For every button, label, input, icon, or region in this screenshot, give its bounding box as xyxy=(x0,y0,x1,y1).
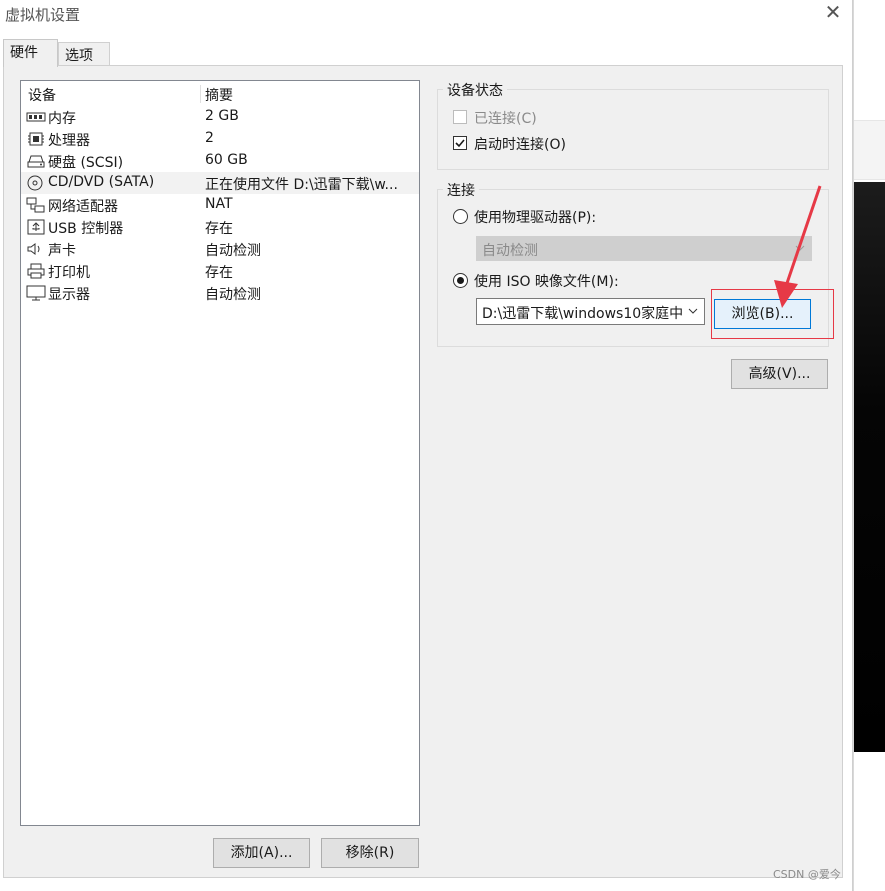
connected-checkbox[interactable] xyxy=(453,110,467,124)
device-name: 声卡 xyxy=(48,243,76,259)
device-summary: 2 GB xyxy=(205,108,239,124)
device-summary: 存在 xyxy=(205,265,233,281)
device-list[interactable]: 设备 摘要 内存 2 GB 处理器 2 硬盘 (SCSI) 60 GB CD/D… xyxy=(20,80,420,826)
device-row-processor[interactable]: 处理器 2 xyxy=(21,128,419,150)
device-row-memory[interactable]: 内存 2 GB xyxy=(21,106,419,128)
hardware-panel: 设备 摘要 内存 2 GB 处理器 2 硬盘 (SCSI) 60 GB CD/D… xyxy=(3,65,843,878)
column-device[interactable]: 设备 xyxy=(28,85,56,105)
background-strip xyxy=(854,120,885,180)
window-title: 虚拟机设置 xyxy=(5,6,81,24)
display-icon xyxy=(26,285,46,301)
printer-icon xyxy=(27,263,45,279)
device-list-header: 设备 摘要 xyxy=(21,83,419,105)
device-row-sound-card[interactable]: 声卡 自动检测 xyxy=(21,238,419,260)
device-summary: 自动检测 xyxy=(205,287,261,303)
device-summary: 存在 xyxy=(205,221,233,237)
connection-title: 连接 xyxy=(443,180,479,200)
title-bar: 虚拟机设置 ✕ xyxy=(0,0,853,28)
background-dark-area xyxy=(854,182,885,752)
background-strip xyxy=(854,0,885,68)
advanced-button[interactable]: 高级(V)... xyxy=(731,359,828,389)
chevron-down-icon[interactable] xyxy=(688,308,698,314)
add-button[interactable]: 添加(A)... xyxy=(213,838,310,868)
vm-settings-dialog: 虚拟机设置 ✕ 硬件 选项 设备 摘要 内存 2 GB 处理器 2 硬盘 (SC… xyxy=(0,0,853,891)
device-summary: 正在使用文件 D:\迅雷下载\w... xyxy=(205,177,398,193)
device-name: 网络适配器 xyxy=(48,199,118,215)
background-window xyxy=(853,0,885,891)
checkmark-icon xyxy=(455,139,465,148)
device-status-title: 设备状态 xyxy=(443,80,507,100)
device-row-hard-disk[interactable]: 硬盘 (SCSI) 60 GB xyxy=(21,150,419,172)
hard-disk-icon xyxy=(27,155,45,168)
radio-selected-dot xyxy=(457,277,464,284)
physical-drive-radio[interactable] xyxy=(453,209,468,224)
sound-card-icon xyxy=(27,243,40,255)
device-summary: 60 GB xyxy=(205,152,248,168)
usb-icon xyxy=(27,219,45,235)
device-name: 显示器 xyxy=(48,287,90,303)
device-summary: 自动检测 xyxy=(205,243,261,259)
watermark: CSDN @爱今 xyxy=(773,868,841,881)
device-row-usb[interactable]: USB 控制器 存在 xyxy=(21,216,419,238)
iso-image-label[interactable]: 使用 ISO 映像文件(M): xyxy=(474,271,619,291)
device-row-printer[interactable]: 打印机 存在 xyxy=(21,260,419,282)
device-status-group xyxy=(437,89,829,170)
column-summary[interactable]: 摘要 xyxy=(205,85,233,105)
device-name: 内存 xyxy=(48,111,76,127)
connect-at-power-on-checkbox[interactable] xyxy=(453,136,467,150)
processor-icon xyxy=(28,132,44,146)
iso-image-radio[interactable] xyxy=(453,273,468,288)
physical-drive-label[interactable]: 使用物理驱动器(P): xyxy=(474,207,596,227)
device-summary: NAT xyxy=(205,196,233,212)
device-row-network-adapter[interactable]: 网络适配器 NAT xyxy=(21,194,419,216)
close-icon[interactable]: ✕ xyxy=(818,0,848,26)
device-name: USB 控制器 xyxy=(48,221,124,237)
device-name: CD/DVD (SATA) xyxy=(48,174,155,190)
device-name: 硬盘 (SCSI) xyxy=(48,155,124,171)
tab-options[interactable]: 选项 xyxy=(58,42,110,66)
device-name: 处理器 xyxy=(48,133,90,149)
connected-label[interactable]: 已连接(C) xyxy=(474,108,537,128)
device-name: 打印机 xyxy=(48,265,90,281)
device-row-display[interactable]: 显示器 自动检测 xyxy=(21,282,419,304)
iso-path-combobox[interactable]: D:\迅雷下载\windows10家庭中 xyxy=(476,298,705,325)
tab-hardware[interactable]: 硬件 xyxy=(3,39,58,67)
cd-dvd-icon xyxy=(27,175,43,191)
device-row-cd-dvd[interactable]: CD/DVD (SATA) 正在使用文件 D:\迅雷下载\w... xyxy=(21,172,419,194)
network-adapter-icon xyxy=(26,197,45,213)
remove-button[interactable]: 移除(R) xyxy=(321,838,419,868)
tab-bar: 硬件 选项 xyxy=(0,36,853,67)
column-divider[interactable] xyxy=(200,85,201,103)
annotation-arrow-icon xyxy=(774,185,822,308)
iso-path-value: D:\迅雷下载\windows10家庭中 xyxy=(482,306,682,322)
physical-drive-value: 自动检测 xyxy=(482,243,538,259)
device-summary: 2 xyxy=(205,130,214,146)
connect-at-power-on-label[interactable]: 启动时连接(O) xyxy=(474,134,566,154)
memory-icon xyxy=(26,112,46,122)
